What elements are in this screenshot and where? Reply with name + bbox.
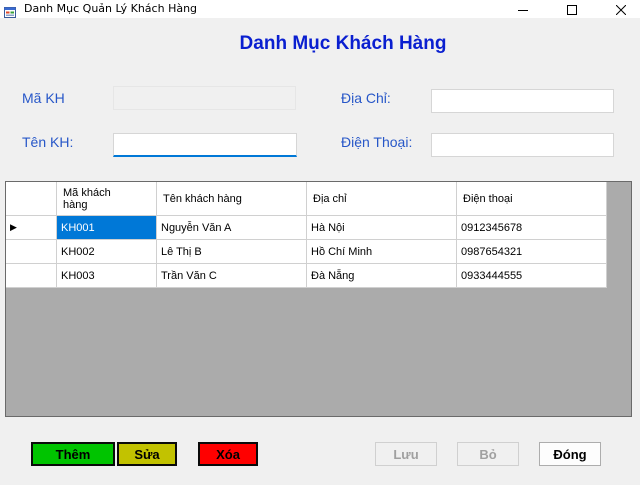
row-selector-current[interactable]: ▶ bbox=[6, 216, 57, 240]
cell-ma[interactable]: KH001 bbox=[57, 216, 157, 240]
ma-kh-field[interactable] bbox=[113, 86, 296, 110]
row-selector[interactable] bbox=[6, 264, 57, 288]
close-icon bbox=[615, 0, 627, 19]
cell-dien-thoai[interactable]: 0933444555 bbox=[457, 264, 607, 288]
column-header-ma[interactable]: Mã khách hàng bbox=[57, 182, 157, 216]
dia-chi-label: Địa Chỉ: bbox=[341, 90, 391, 106]
cell-dien-thoai[interactable]: 0987654321 bbox=[457, 240, 607, 264]
window-title: Danh Mục Quản Lý Khách Hàng bbox=[24, 2, 198, 15]
form-app-icon bbox=[4, 3, 16, 18]
column-header-dien-thoai[interactable]: Điện thoại bbox=[457, 182, 607, 216]
cell-ten[interactable]: Trần Văn C bbox=[157, 264, 307, 288]
dien-thoai-label: Điện Thoại: bbox=[341, 134, 413, 150]
bo-button[interactable]: Bỏ bbox=[457, 442, 519, 466]
maximize-icon bbox=[567, 0, 577, 19]
luu-button[interactable]: Lưu bbox=[375, 442, 437, 466]
table-row[interactable]: KH002 Lê Thị B Hồ Chí Minh 0987654321 bbox=[6, 240, 607, 264]
sua-button[interactable]: Sửa bbox=[117, 442, 177, 466]
column-header-ma-label: Mã khách hàng bbox=[63, 186, 111, 211]
dien-thoai-field[interactable] bbox=[431, 133, 614, 157]
dia-chi-field[interactable] bbox=[431, 89, 614, 113]
grid-header-row: Mã khách hàng Tên khách hàng Địa chỉ Điệ… bbox=[6, 182, 607, 216]
column-header-dien-thoai-label: Điện thoại bbox=[463, 192, 513, 205]
column-header-ten[interactable]: Tên khách hàng bbox=[157, 182, 307, 216]
cell-ma[interactable]: KH003 bbox=[57, 264, 157, 288]
customer-grid[interactable]: Mã khách hàng Tên khách hàng Địa chỉ Điệ… bbox=[5, 181, 632, 417]
column-header-ten-label: Tên khách hàng bbox=[163, 192, 242, 205]
table-row[interactable]: KH003 Trần Văn C Đà Nẵng 0933444555 bbox=[6, 264, 607, 288]
cell-ma[interactable]: KH002 bbox=[57, 240, 157, 264]
cell-ten[interactable]: Nguyễn Văn A bbox=[157, 216, 307, 240]
ten-kh-label: Tên KH: bbox=[22, 134, 74, 150]
them-button[interactable]: Thêm bbox=[31, 442, 115, 466]
cell-dia-chi[interactable]: Hồ Chí Minh bbox=[307, 240, 457, 264]
xoa-button[interactable]: Xóa bbox=[198, 442, 258, 466]
ten-kh-field[interactable] bbox=[113, 133, 297, 157]
column-header-dia-chi-label: Địa chỉ bbox=[313, 192, 347, 205]
column-header-dia-chi[interactable]: Địa chỉ bbox=[307, 182, 457, 216]
maximize-button[interactable] bbox=[557, 0, 587, 18]
cell-dia-chi[interactable]: Hà Nội bbox=[307, 216, 457, 240]
cell-dia-chi[interactable]: Đà Nẵng bbox=[307, 264, 457, 288]
grid-corner-header[interactable] bbox=[6, 182, 57, 216]
table-row[interactable]: ▶ KH001 Nguyễn Văn A Hà Nội 0912345678 bbox=[6, 216, 607, 240]
row-selector[interactable] bbox=[6, 240, 57, 264]
form-heading: Danh Mục Khách Hàng bbox=[239, 33, 447, 54]
current-row-icon: ▶ bbox=[10, 222, 17, 232]
close-button[interactable] bbox=[606, 0, 636, 18]
ma-kh-label: Mã KH bbox=[22, 90, 65, 106]
minimize-icon bbox=[518, 0, 528, 19]
dong-button[interactable]: Đóng bbox=[539, 442, 601, 466]
minimize-button[interactable] bbox=[508, 0, 538, 18]
cell-dien-thoai[interactable]: 0912345678 bbox=[457, 216, 607, 240]
cell-ten[interactable]: Lê Thị B bbox=[157, 240, 307, 264]
title-bar: Danh Mục Quản Lý Khách Hàng bbox=[0, 0, 640, 18]
